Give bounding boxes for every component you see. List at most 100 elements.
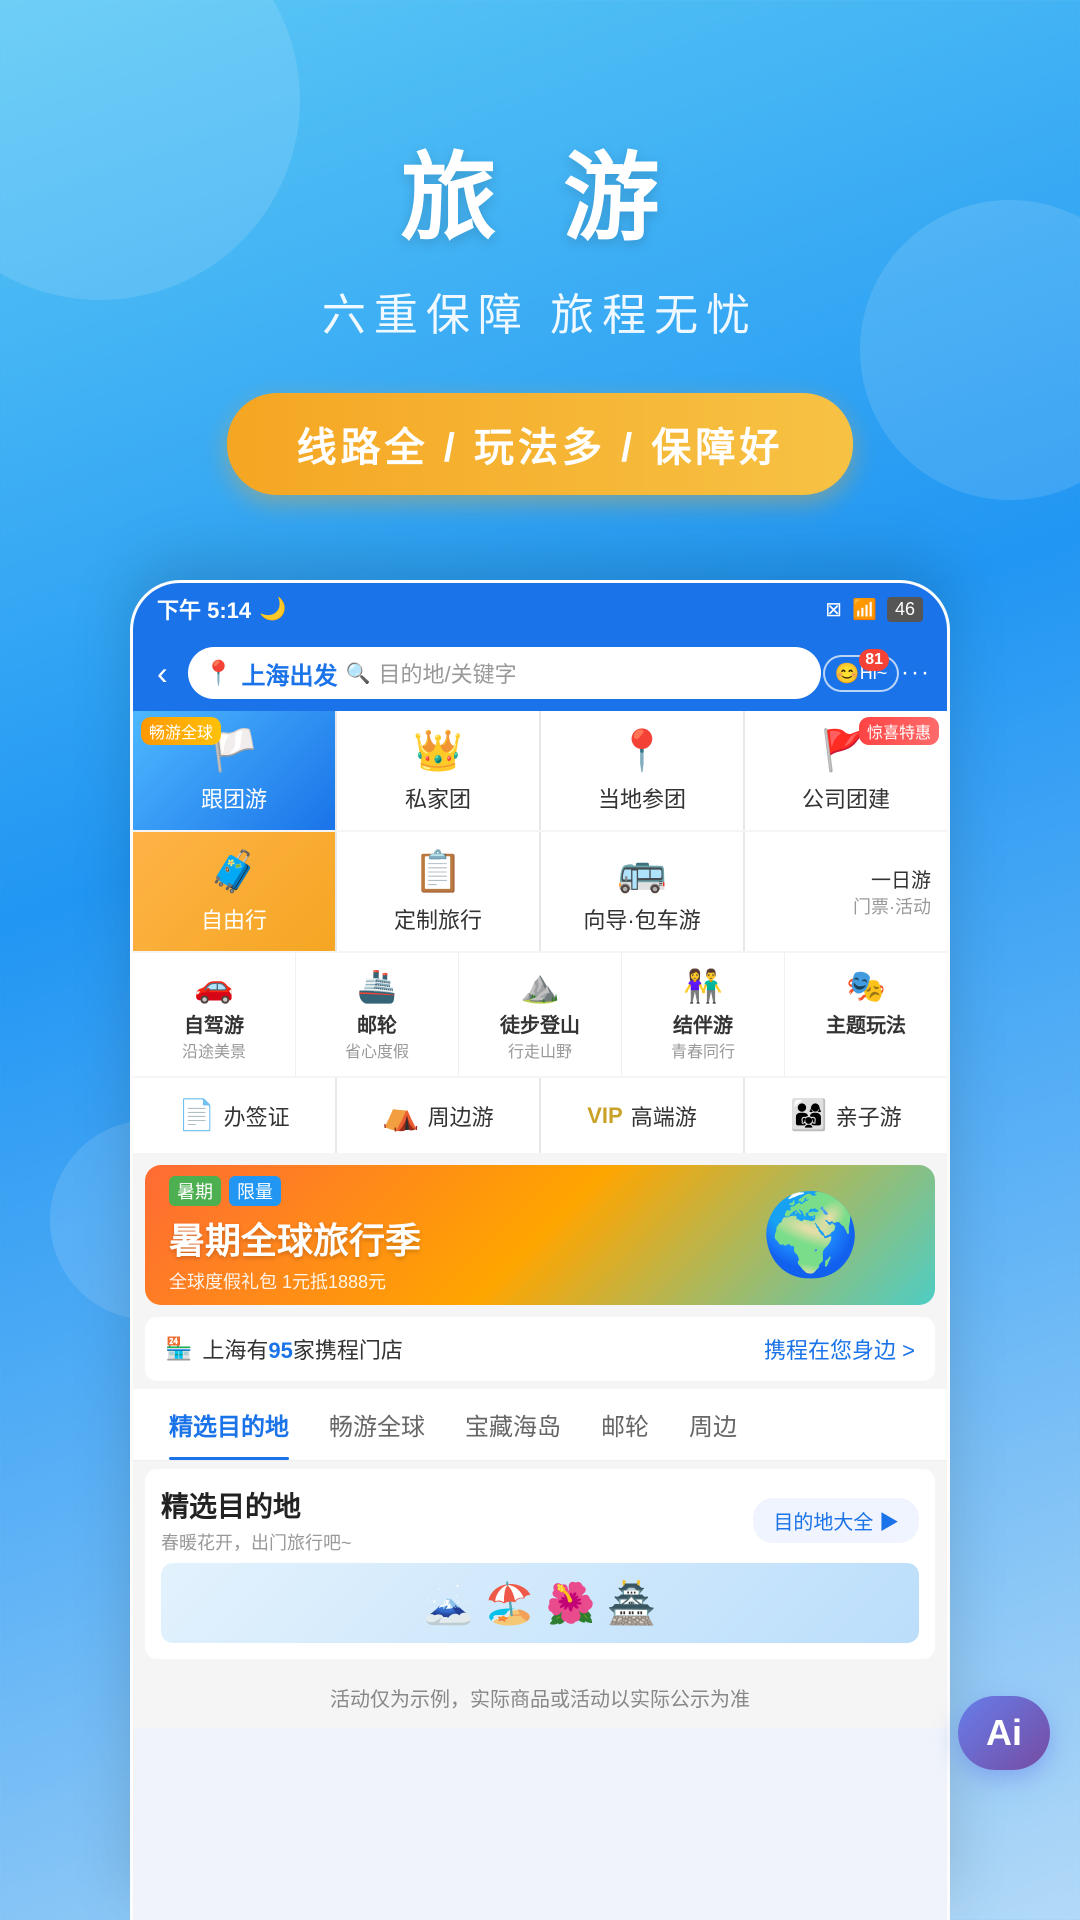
cat-theme[interactable]: 🎭 主题玩法 bbox=[785, 953, 947, 1076]
company-tour-label: 公司团建 bbox=[802, 782, 890, 814]
quick-link-luxury[interactable]: VIP 高端游 bbox=[541, 1078, 743, 1153]
guide-tour-label: 向导·包车游 bbox=[583, 903, 700, 935]
hiking-label: 徒步登山 bbox=[500, 1009, 580, 1038]
cruise-sublabel: 省心度假 bbox=[345, 1038, 409, 1062]
departure-city[interactable]: 上海出发 bbox=[242, 656, 338, 691]
store-link[interactable]: 携程在您身边 > bbox=[764, 1333, 915, 1365]
dest-subtitle: 春暖花开，出门旅行吧~ bbox=[161, 1529, 352, 1555]
phone-mockup: 下午 5:14 🌙 ⊠ 📶 46 ‹ 📍 上海出发 🔍 目的地/关键字 😊 Hi… bbox=[130, 580, 950, 1920]
group-tour-tag: 畅游全球 bbox=[141, 717, 221, 745]
moon-icon: 🌙 bbox=[259, 596, 286, 622]
hiking-sublabel: 行走山野 bbox=[508, 1038, 572, 1062]
cat-day-tour[interactable]: 一日游 门票·活动 bbox=[745, 832, 947, 951]
self-drive-label: 自驾游 bbox=[184, 1009, 244, 1038]
back-button[interactable]: ‹ bbox=[149, 647, 176, 700]
dest-header: 精选目的地 春暖花开，出门旅行吧~ 目的地大全 ▶ bbox=[161, 1485, 919, 1555]
theme-label: 主题玩法 bbox=[826, 1009, 906, 1038]
ticket-label: 门票·活动 bbox=[853, 893, 931, 919]
tab-global-tour[interactable]: 畅游全球 bbox=[309, 1389, 445, 1460]
time-display: 下午 5:14 bbox=[157, 593, 251, 625]
search-divider-icon: 🔍 bbox=[346, 661, 371, 686]
cat-hiking[interactable]: ⛰️ 徒步登山 行走山野 bbox=[459, 953, 622, 1076]
free-travel-label: 自由行 bbox=[201, 903, 267, 935]
store-info: 🏪 上海有95家携程门店 携程在您身边 > bbox=[145, 1317, 935, 1381]
dest-all-button[interactable]: 目的地大全 ▶ bbox=[753, 1498, 919, 1543]
app-content: 畅游全球 🏳️ 跟团游 👑 私家团 📍 当地参团 惊喜特惠 🚩 公司团建 bbox=[133, 711, 947, 1728]
signal-icon: ⊠ bbox=[825, 597, 842, 622]
theme-icon: 🎭 bbox=[846, 967, 886, 1005]
hero-badge[interactable]: 线路全 / 玩法多 / 保障好 bbox=[227, 393, 854, 495]
destination-section: 精选目的地 春暖花开，出门旅行吧~ 目的地大全 ▶ 🗻 🏖️ 🌺 🏯 bbox=[145, 1469, 935, 1659]
cat-free-travel[interactable]: 🧳 自由行 bbox=[133, 832, 335, 951]
visa-label: 办签证 bbox=[224, 1100, 290, 1132]
luxury-label: 高端游 bbox=[631, 1100, 697, 1132]
search-placeholder-text: 目的地/关键字 bbox=[378, 657, 516, 689]
cat-custom-tour[interactable]: 📋 定制旅行 bbox=[337, 832, 539, 951]
tab-nearby[interactable]: 周边 bbox=[669, 1389, 757, 1460]
status-icons: ⊠ 📶 46 bbox=[825, 597, 923, 622]
cat-company-tour[interactable]: 惊喜特惠 🚩 公司团建 bbox=[745, 711, 947, 830]
group-tour-label: 跟团游 bbox=[201, 782, 267, 814]
nearby-label: 周边游 bbox=[428, 1100, 494, 1132]
hero-title: 旅 游 bbox=[0, 120, 1080, 259]
categories-grid-row1: 畅游全球 🏳️ 跟团游 👑 私家团 📍 当地参团 惊喜特惠 🚩 公司团建 bbox=[133, 711, 947, 830]
quick-link-nearby[interactable]: ⛺ 周边游 bbox=[337, 1078, 539, 1153]
location-icon: 📍 bbox=[204, 659, 234, 688]
family-label: 亲子游 bbox=[836, 1100, 902, 1132]
quick-link-family[interactable]: 👨‍👩‍👧 亲子游 bbox=[745, 1078, 947, 1153]
quick-links: 📄 办签证 ⛺ 周边游 VIP 高端游 👨‍👩‍👧 亲子游 bbox=[133, 1078, 947, 1153]
hero-subtitle: 六重保障 旅程无忧 bbox=[0, 279, 1080, 343]
dest-preview: 🗻 🏖️ 🌺 🏯 bbox=[161, 1563, 919, 1643]
hero-section: 旅 游 六重保障 旅程无忧 线路全 / 玩法多 / 保障好 bbox=[0, 0, 1080, 555]
free-travel-icon: 🧳 bbox=[209, 848, 259, 895]
cat-group-tour[interactable]: 畅游全球 🏳️ 跟团游 bbox=[133, 711, 335, 830]
status-bar: 下午 5:14 🌙 ⊠ 📶 46 bbox=[133, 583, 947, 635]
quick-link-visa[interactable]: 📄 办签证 bbox=[133, 1078, 335, 1153]
ai-badge[interactable]: Ai bbox=[958, 1696, 1050, 1770]
banner-badge1: 暑期 bbox=[169, 1176, 221, 1206]
disclaimer: 活动仅为示例，实际商品或活动以实际公示为准 bbox=[133, 1667, 947, 1728]
companion-label: 结伴游 bbox=[673, 1009, 733, 1038]
local-tour-icon: 📍 bbox=[617, 727, 667, 774]
notification-badge: 81 bbox=[859, 649, 889, 671]
tab-island[interactable]: 宝藏海岛 bbox=[445, 1389, 581, 1460]
store-icon: 🏪 bbox=[165, 1336, 192, 1362]
luxury-icon: VIP bbox=[587, 1103, 622, 1129]
tabs-row: 精选目的地 畅游全球 宝藏海岛 邮轮 周边 bbox=[133, 1389, 947, 1461]
tab-selected-dest[interactable]: 精选目的地 bbox=[149, 1389, 309, 1460]
store-text: 上海有95家携程门店 bbox=[202, 1333, 403, 1365]
custom-tour-icon: 📋 bbox=[413, 848, 463, 895]
day-tour-label: 一日游 bbox=[871, 864, 931, 893]
cat-cruise[interactable]: 🚢 邮轮 省心度假 bbox=[296, 953, 459, 1076]
company-tour-tag: 惊喜特惠 bbox=[859, 717, 939, 745]
categories-grid-row2: 🧳 自由行 📋 定制旅行 🚌 向导·包车游 一日游 门票·活动 bbox=[133, 832, 947, 951]
cat-private-tour[interactable]: 👑 私家团 bbox=[337, 711, 539, 830]
store-info-left: 🏪 上海有95家携程门店 bbox=[165, 1333, 403, 1365]
wifi-icon: 📶 bbox=[852, 597, 877, 622]
banner-text: 暑期 限量 暑期全球旅行季 全球度假礼包 1元抵1888元 bbox=[169, 1176, 711, 1294]
cruise-icon: 🚢 bbox=[357, 967, 397, 1005]
self-drive-sublabel: 沿途美景 bbox=[182, 1038, 246, 1062]
family-icon: 👨‍👩‍👧 bbox=[790, 1098, 827, 1133]
self-drive-icon: 🚗 bbox=[194, 967, 234, 1005]
hi-button[interactable]: 😊 Hi~ 81 bbox=[833, 647, 889, 699]
search-bar[interactable]: 📍 上海出发 🔍 目的地/关键字 bbox=[188, 647, 821, 699]
local-tour-label: 当地参团 bbox=[598, 782, 686, 814]
private-tour-icon: 👑 bbox=[413, 727, 463, 774]
dest-preview-icons: 🗻 🏖️ 🌺 🏯 bbox=[424, 1580, 657, 1627]
nav-bar: ‹ 📍 上海出发 🔍 目的地/关键字 😊 Hi~ 81 ··· bbox=[133, 635, 947, 711]
more-button[interactable]: ··· bbox=[901, 659, 931, 687]
tab-cruise[interactable]: 邮轮 bbox=[581, 1389, 669, 1460]
promo-banner[interactable]: 暑期 限量 暑期全球旅行季 全球度假礼包 1元抵1888元 🌍 bbox=[145, 1165, 935, 1305]
nav-icons-area: 😊 Hi~ 81 ··· bbox=[833, 647, 931, 699]
cat-self-drive[interactable]: 🚗 自驾游 沿途美景 bbox=[133, 953, 296, 1076]
visa-icon: 📄 bbox=[178, 1098, 215, 1133]
hiking-icon: ⛰️ bbox=[520, 967, 560, 1005]
dest-title: 精选目的地 bbox=[161, 1485, 352, 1525]
guide-tour-icon: 🚌 bbox=[617, 848, 667, 895]
companion-icon: 👫 bbox=[683, 967, 723, 1005]
cat-companion[interactable]: 👫 结伴游 青春同行 bbox=[622, 953, 785, 1076]
custom-tour-label: 定制旅行 bbox=[394, 903, 482, 935]
cat-guide-tour[interactable]: 🚌 向导·包车游 bbox=[541, 832, 743, 951]
cat-local-tour[interactable]: 📍 当地参团 bbox=[541, 711, 743, 830]
